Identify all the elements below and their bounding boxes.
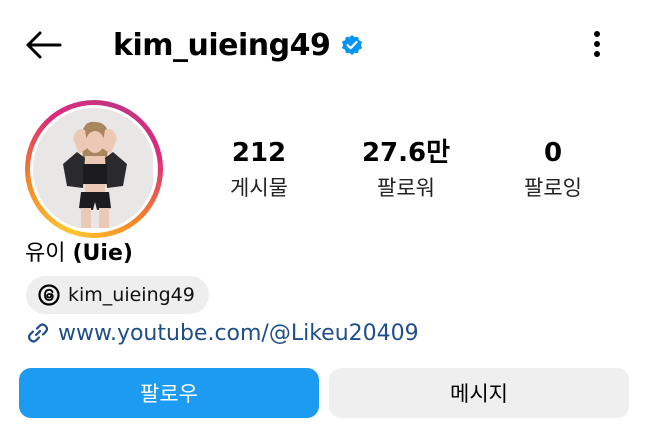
verified-badge-icon: [340, 33, 364, 57]
message-button[interactable]: 메시지: [329, 368, 629, 418]
profile-link[interactable]: www.youtube.com/@Likeu20409: [26, 316, 419, 350]
threads-link-chip[interactable]: kim_uieing49: [26, 276, 209, 314]
threads-logo-icon: [38, 284, 60, 306]
stat-following-value: 0: [543, 138, 563, 168]
back-button[interactable]: [22, 28, 64, 62]
stat-followers-label: 팔로워: [377, 176, 435, 200]
username-header: kim_uieing49: [113, 24, 364, 66]
username-title: kim_uieing49: [113, 27, 331, 63]
threads-handle: kim_uieing49: [68, 284, 195, 306]
stat-following-label: 팔로잉: [524, 176, 582, 200]
avatar: [33, 108, 155, 230]
stat-followers-value: 27.6만: [361, 138, 451, 168]
profile-link-text: www.youtube.com/@Likeu20409: [58, 320, 419, 346]
stat-followers[interactable]: 27.6만 팔로워: [346, 136, 466, 206]
follow-button[interactable]: 팔로우: [19, 368, 319, 418]
link-icon: [27, 323, 49, 343]
stat-following[interactable]: 0 팔로잉: [493, 136, 613, 206]
story-ring[interactable]: [25, 100, 163, 238]
more-options-button[interactable]: [584, 26, 610, 62]
display-name-extra: (Uie): [72, 241, 133, 266]
more-vertical-icon: [594, 31, 600, 57]
stat-posts-label: 게시물: [230, 176, 288, 200]
arrow-left-icon: [26, 31, 62, 59]
display-name: 유이 (Uie): [25, 238, 133, 270]
stat-posts[interactable]: 212 게시물: [199, 136, 319, 206]
stat-posts-value: 212: [231, 138, 287, 168]
display-name-text: 유이: [25, 241, 66, 266]
top-bar: kim_uieing49: [0, 0, 648, 90]
